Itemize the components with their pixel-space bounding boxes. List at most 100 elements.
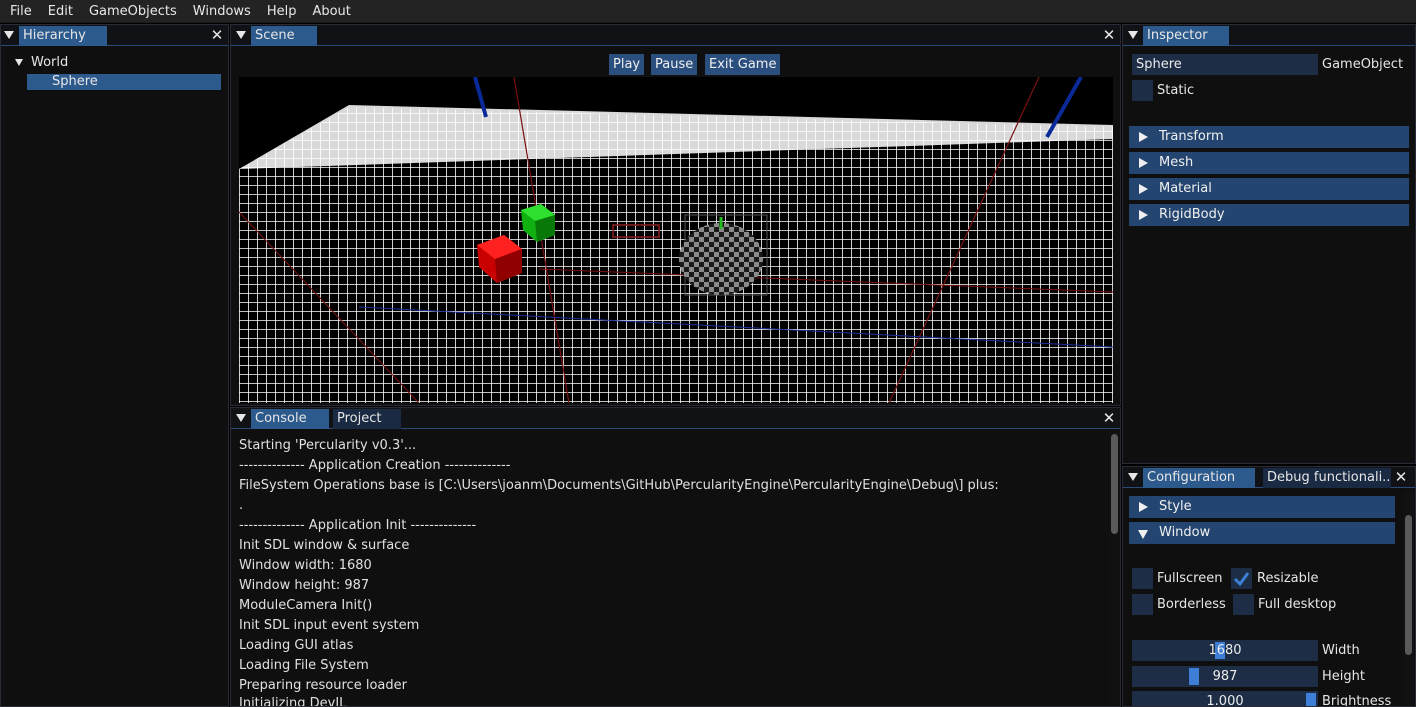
tab-hierarchy[interactable]: Hierarchy xyxy=(19,26,107,46)
fullscreen-checkbox[interactable] xyxy=(1132,568,1153,589)
tab-debug-functionality[interactable]: Debug functionali... xyxy=(1263,468,1391,488)
tree-item-sphere[interactable]: Sphere xyxy=(27,74,221,90)
triangle-right-icon xyxy=(1139,502,1148,512)
console-line: Starting 'Percularity v0.3'... xyxy=(239,438,417,453)
console-line: Preparing resource loader xyxy=(239,678,407,693)
menu-gameobjects[interactable]: GameObjects xyxy=(81,0,185,23)
tab-configuration-label: Configuration xyxy=(1147,470,1236,485)
menu-windows[interactable]: Windows xyxy=(185,0,259,23)
console-panel: Console Project ✕ Starting 'Percularity … xyxy=(230,407,1121,707)
triangle-right-icon xyxy=(1139,184,1148,194)
configuration-panel: Configuration Debug functionali... ✕ Sty… xyxy=(1122,466,1416,707)
menu-about[interactable]: About xyxy=(304,0,358,23)
console-close-icon[interactable]: ✕ xyxy=(1101,408,1117,428)
tab-console-label: Console xyxy=(255,411,307,426)
console-collapse-button[interactable] xyxy=(231,409,251,429)
height-slider-value: 987 xyxy=(1212,669,1238,684)
console-line: FileSystem Operations base is [C:\Users\… xyxy=(239,478,999,493)
brightness-slider[interactable]: 1.000 xyxy=(1132,691,1318,707)
menu-edit[interactable]: Edit xyxy=(40,0,81,23)
exit-game-button[interactable]: Exit Game xyxy=(705,54,781,75)
component-header-mesh[interactable]: Mesh xyxy=(1129,152,1409,174)
tab-scene[interactable]: Scene xyxy=(251,26,317,46)
triangle-right-icon xyxy=(1139,158,1148,168)
menu-file[interactable]: File xyxy=(2,0,40,23)
triangle-down-icon xyxy=(15,59,23,66)
scene-titlebar xyxy=(231,25,1120,46)
height-slider[interactable]: 987 xyxy=(1132,666,1318,687)
hierarchy-panel: Hierarchy ✕ World Sphere xyxy=(0,24,229,707)
fullscreen-label: Fullscreen xyxy=(1157,571,1223,586)
triangle-down-icon xyxy=(236,31,246,39)
triangle-down-icon xyxy=(1128,31,1138,39)
console-line: Loading GUI atlas xyxy=(239,638,354,653)
scene-viewport[interactable] xyxy=(239,77,1113,403)
pause-button[interactable]: Pause xyxy=(651,54,698,75)
console-line: Window width: 1680 xyxy=(239,558,372,573)
scene-render xyxy=(239,77,1113,403)
tab-scene-label: Scene xyxy=(255,28,295,43)
triangle-right-icon xyxy=(1139,210,1148,220)
console-line: Initializing DevIL xyxy=(239,696,347,707)
full-desktop-checkbox[interactable] xyxy=(1233,594,1254,615)
console-scrollbar[interactable] xyxy=(1109,432,1120,706)
triangle-down-icon xyxy=(4,31,14,39)
tab-console[interactable]: Console xyxy=(251,409,329,429)
triangle-down-icon xyxy=(1138,530,1148,539)
triangle-right-icon xyxy=(1139,132,1148,142)
console-line: Init SDL input event system xyxy=(239,618,420,633)
hierarchy-collapse-button[interactable] xyxy=(1,26,19,46)
console-line: -------------- Application Init --------… xyxy=(239,518,477,533)
tab-configuration[interactable]: Configuration xyxy=(1143,468,1255,488)
config-header-style[interactable]: Style xyxy=(1129,496,1395,518)
component-header-material[interactable]: Material xyxy=(1129,178,1409,200)
tree-item-world-label: World xyxy=(31,55,69,70)
resizable-checkbox[interactable] xyxy=(1231,568,1252,589)
triangle-down-icon xyxy=(236,414,246,422)
config-header-label: Window xyxy=(1159,525,1211,540)
play-button[interactable]: Play xyxy=(609,54,645,75)
menu-help[interactable]: Help xyxy=(259,0,305,23)
component-header-label: RigidBody xyxy=(1159,207,1225,222)
brightness-label: Brightness xyxy=(1322,694,1392,707)
console-scrollbar-thumb[interactable] xyxy=(1111,434,1118,534)
inspector-collapse-button[interactable] xyxy=(1123,26,1143,46)
tab-project-label: Project xyxy=(337,411,382,426)
config-header-window[interactable]: Window xyxy=(1129,522,1395,544)
brightness-slider-value: 1.000 xyxy=(1206,694,1244,707)
width-label: Width xyxy=(1322,643,1360,658)
configuration-scrollbar[interactable] xyxy=(1403,491,1414,706)
component-header-label: Material xyxy=(1159,181,1212,196)
object-name-input[interactable]: Sphere xyxy=(1132,54,1318,75)
console-line: Loading File System xyxy=(239,658,369,673)
tab-inspector[interactable]: Inspector xyxy=(1143,26,1229,46)
borderless-checkbox[interactable] xyxy=(1132,594,1153,615)
component-header-transform[interactable]: Transform xyxy=(1129,126,1409,148)
width-slider[interactable]: 1680 xyxy=(1132,640,1318,661)
tab-hierarchy-label: Hierarchy xyxy=(23,28,86,43)
tree-item-world[interactable]: World xyxy=(15,55,215,71)
config-header-label: Style xyxy=(1159,499,1192,514)
resizable-label: Resizable xyxy=(1257,571,1319,586)
width-slider-value: 1680 xyxy=(1208,643,1242,658)
tab-debug-label: Debug functionali... xyxy=(1267,470,1391,485)
component-header-label: Transform xyxy=(1159,129,1224,144)
static-checkbox[interactable] xyxy=(1132,80,1153,101)
hierarchy-close-icon[interactable]: ✕ xyxy=(209,25,225,45)
tab-project[interactable]: Project xyxy=(333,409,401,429)
borderless-label: Borderless xyxy=(1157,597,1226,612)
scene-close-icon[interactable]: ✕ xyxy=(1101,25,1117,45)
static-label: Static xyxy=(1157,83,1195,98)
scene-collapse-button[interactable] xyxy=(231,26,251,46)
object-type-label: GameObject xyxy=(1322,57,1404,72)
configuration-close-icon[interactable]: ✕ xyxy=(1393,467,1409,487)
scene-panel: Scene ✕ Play Pause Exit Game xyxy=(230,24,1121,406)
console-line: . xyxy=(239,498,244,513)
component-header-rigidbody[interactable]: RigidBody xyxy=(1129,204,1409,226)
console-line: Init SDL window & surface xyxy=(239,538,410,553)
configuration-scrollbar-thumb[interactable] xyxy=(1405,515,1412,655)
component-header-label: Mesh xyxy=(1159,155,1194,170)
triangle-down-icon xyxy=(1128,473,1138,481)
configuration-collapse-button[interactable] xyxy=(1123,468,1143,488)
height-label: Height xyxy=(1322,669,1365,684)
